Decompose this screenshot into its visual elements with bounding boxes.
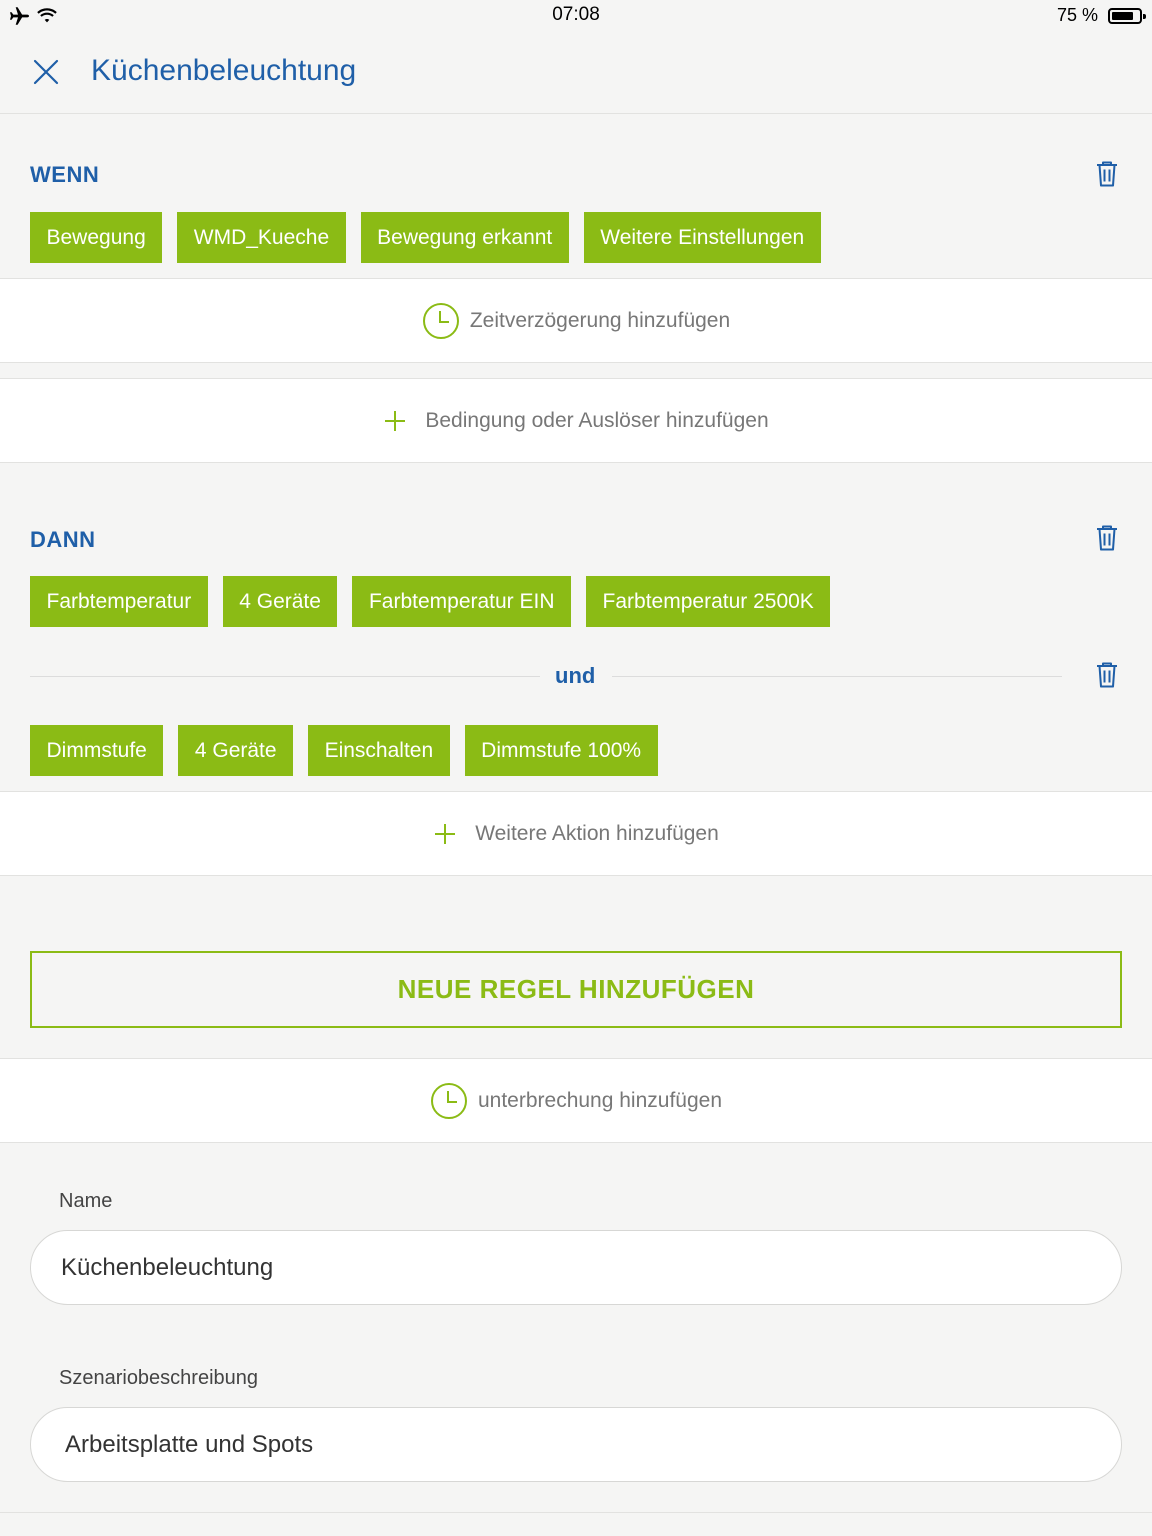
wenn-chip-sensor-type[interactable]: Bewegung <box>30 212 163 263</box>
divider-left <box>30 676 540 677</box>
divider-right <box>612 676 1062 677</box>
add-action-label: Weitere Aktion hinzufügen <box>475 821 719 845</box>
dann-action1-chips: Farbtemperatur 4 Geräte Farbtemperatur E… <box>30 576 831 627</box>
action2-chip-devices[interactable]: 4 Geräte <box>178 725 294 776</box>
description-input[interactable] <box>30 1407 1122 1482</box>
name-label: Name <box>59 1190 113 1212</box>
dann-title: DANN <box>30 527 96 552</box>
battery-percent: 75 % <box>1056 5 1098 25</box>
add-action-row[interactable]: Weitere Aktion hinzufügen <box>0 791 1152 876</box>
delete-action2-trash-icon[interactable] <box>1094 661 1120 689</box>
add-interruption-label: unterbrechung hinzufügen <box>477 1088 723 1112</box>
name-input[interactable] <box>30 1230 1122 1305</box>
page-title: Küchenbeleuchtung <box>91 54 357 87</box>
new-rule-button[interactable]: NEUE REGEL HINZUFÜGEN <box>30 951 1122 1028</box>
action1-chip-type[interactable]: Farbtemperatur <box>30 576 208 627</box>
action1-chip-devices[interactable]: 4 Geräte <box>222 576 338 627</box>
delete-wenn-trash-icon[interactable] <box>1094 160 1120 188</box>
header: Küchenbeleuchtung <box>0 32 1152 114</box>
description-label: Szenariobeschreibung <box>59 1367 259 1389</box>
wenn-chip-event[interactable]: Bewegung erkannt <box>360 212 569 263</box>
add-condition-label: Bedingung oder Auslöser hinzufügen <box>425 408 769 432</box>
action2-chip-value[interactable]: Dimmstufe 100% <box>464 725 658 776</box>
wenn-chip-settings[interactable]: Weitere Einstellungen <box>583 212 821 263</box>
dann-action2-chips: Dimmstufe 4 Geräte Einschalten Dimmstufe… <box>30 725 658 776</box>
clock-icon <box>422 302 459 339</box>
bottom-divider <box>0 1512 1152 1513</box>
add-delay-row[interactable]: Zeitverzögerung hinzufügen <box>0 278 1152 363</box>
plus-icon <box>385 410 406 431</box>
action2-chip-type[interactable]: Dimmstufe <box>30 725 164 776</box>
clock-icon <box>430 1082 467 1119</box>
status-bar: 07:08 75 % <box>0 0 1152 32</box>
wenn-chip-device[interactable]: WMD_Kueche <box>177 212 346 263</box>
and-connector: und <box>555 663 596 688</box>
action2-chip-state[interactable]: Einschalten <box>308 725 450 776</box>
close-icon <box>33 59 59 85</box>
action1-chip-value[interactable]: Farbtemperatur 2500K <box>586 576 831 627</box>
battery-icon <box>1108 8 1146 24</box>
add-delay-label: Zeitverzögerung hinzufügen <box>469 308 731 332</box>
add-condition-row[interactable]: Bedingung oder Auslöser hinzufügen <box>0 378 1152 463</box>
delete-dann-trash-icon[interactable] <box>1094 524 1120 552</box>
status-time: 07:08 <box>552 4 600 25</box>
wenn-title: WENN <box>30 162 100 187</box>
wenn-chips: Bewegung WMD_Kueche Bewegung erkannt Wei… <box>30 212 821 263</box>
close-button[interactable] <box>26 52 66 92</box>
plus-icon <box>435 823 456 844</box>
action1-chip-state[interactable]: Farbtemperatur EIN <box>352 576 572 627</box>
add-interruption-row[interactable]: unterbrechung hinzufügen <box>0 1058 1152 1143</box>
